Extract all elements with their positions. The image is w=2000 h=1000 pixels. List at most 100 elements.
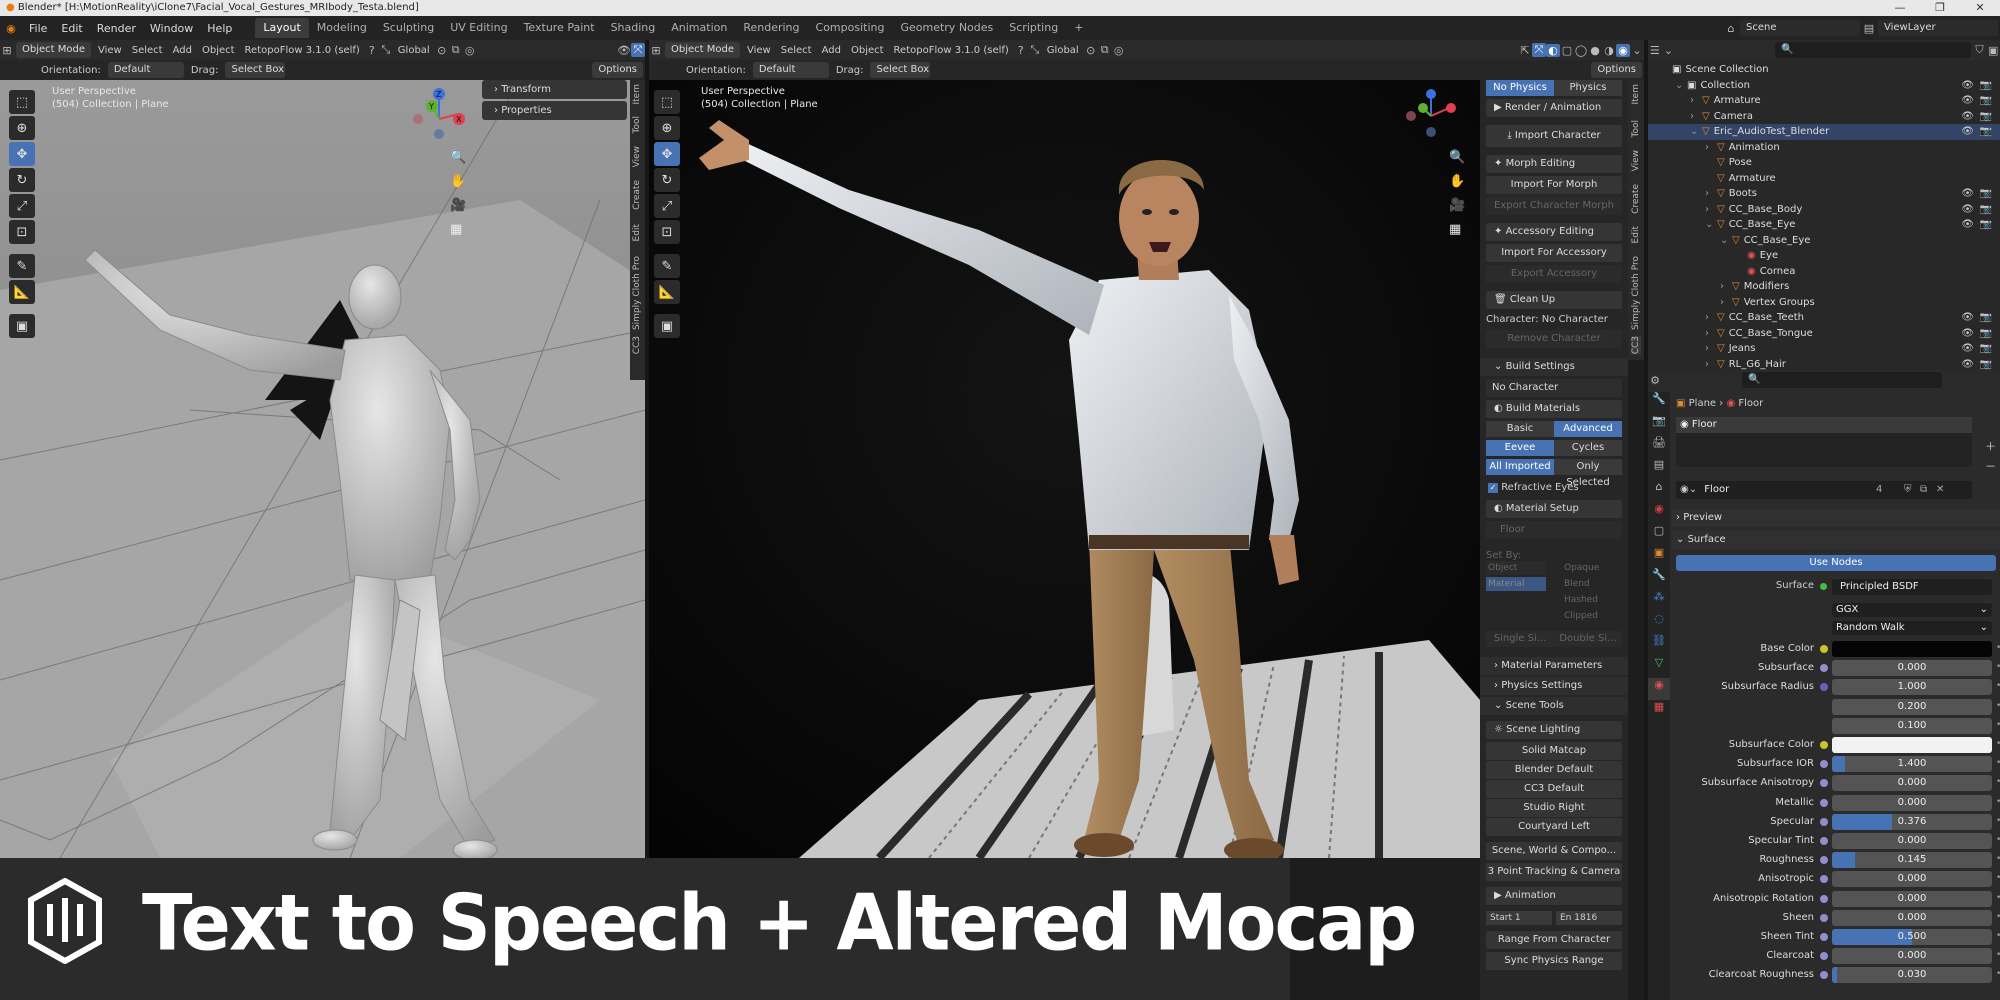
node-socket-icon[interactable]: [1820, 971, 1828, 980]
tab-simply-cloth-pro[interactable]: Simply Cloth Pro: [632, 256, 642, 330]
select-box-tool[interactable]: ⬚: [654, 90, 680, 114]
node-socket-icon[interactable]: [1820, 760, 1828, 769]
xray-icon[interactable]: ▢: [1560, 44, 1574, 57]
transform-orientation-icon[interactable]: ⤡: [1028, 43, 1042, 57]
outliner-item[interactable]: ◉ Eye: [1648, 248, 2000, 264]
editor-type-icon[interactable]: ⚙: [1648, 374, 1662, 387]
proportional-edit-icon[interactable]: ◎: [463, 44, 477, 57]
drag-dropdown[interactable]: Select Box: [225, 62, 286, 78]
visibility-eye-icon[interactable]: 👁: [1961, 109, 1974, 125]
color-swatch[interactable]: [1832, 641, 1992, 657]
disclosure-triangle-icon[interactable]: ›: [1705, 341, 1717, 357]
scale-tool[interactable]: ⤢: [9, 194, 35, 218]
lighting-cc3-default[interactable]: CC3 Default: [1486, 780, 1622, 798]
material-selector[interactable]: ◉⌄ Floor 4 ⛨ ⧉ ✕: [1676, 481, 1972, 499]
navigation-gizmo[interactable]: Z Y X: [404, 84, 474, 154]
select-box-tool[interactable]: ⬚: [9, 90, 35, 114]
render-camera-icon[interactable]: 📷: [1980, 310, 1992, 326]
workspace-tab-rendering[interactable]: Rendering: [735, 18, 807, 38]
tab-edit[interactable]: Edit: [632, 224, 642, 241]
object-menu[interactable]: Object: [846, 45, 889, 56]
disclosure-triangle-icon[interactable]: ›: [1720, 279, 1732, 295]
shading-options-icon[interactable]: ⌄: [1630, 44, 1644, 57]
import-character-button[interactable]: ⤓ Import Character: [1486, 125, 1622, 147]
help-icon[interactable]: ?: [365, 44, 379, 57]
end-frame-field[interactable]: En 1816: [1556, 911, 1622, 925]
material-option[interactable]: Material: [1486, 577, 1546, 591]
pan-icon[interactable]: ✋: [450, 174, 466, 189]
viewlayer-selector[interactable]: ViewLayer: [1878, 20, 1998, 36]
keyframe-dot-icon[interactable]: •: [1996, 873, 2000, 883]
shading-rendered-icon[interactable]: ◉: [1616, 43, 1630, 57]
blend-option[interactable]: Blend: [1562, 577, 1622, 591]
double-sided-button[interactable]: Double Si...: [1554, 631, 1622, 647]
object-mode-dropdown[interactable]: Object Mode: [16, 42, 91, 58]
view-layer-tab-icon[interactable]: ▤: [1648, 458, 1670, 480]
disclosure-triangle-icon[interactable]: ⌄: [1720, 233, 1732, 249]
material-slot-list[interactable]: ◉ Floor: [1676, 417, 1972, 467]
remove-character-button[interactable]: Remove Character: [1486, 330, 1622, 348]
select-menu[interactable]: Select: [776, 45, 817, 56]
selectability-icon[interactable]: ⇱: [1518, 44, 1532, 57]
value-slider[interactable]: 0.376: [1832, 813, 1992, 830]
material-setup-button[interactable]: ◐ Material Setup: [1486, 500, 1622, 518]
new-collection-icon[interactable]: ▣: [1986, 44, 2000, 57]
tab-edit[interactable]: Edit: [1631, 226, 1641, 243]
render-camera-icon[interactable]: 📷: [1980, 341, 1992, 357]
keyframe-dot-icon[interactable]: •: [1996, 758, 2000, 768]
visibility-eye-icon[interactable]: 👁: [1961, 357, 1974, 371]
disclosure-triangle-icon[interactable]: ›: [1705, 326, 1717, 342]
visibility-eye-icon[interactable]: 👁: [1961, 124, 1974, 140]
tab-create[interactable]: Create: [632, 180, 642, 210]
outliner-item[interactable]: ▽ Armature: [1648, 171, 2000, 187]
transform-orientation-icon[interactable]: ⤡: [379, 43, 393, 57]
transform-panel-header[interactable]: › Transform: [482, 80, 627, 99]
options-dropdown[interactable]: Options: [1591, 62, 1642, 78]
collection-tab-icon[interactable]: ▢: [1648, 524, 1670, 546]
proportional-edit-icon[interactable]: ◎: [1112, 44, 1126, 57]
workspace-tab-compositing[interactable]: Compositing: [808, 18, 893, 38]
scene-tab-icon[interactable]: ⌂: [1648, 480, 1670, 502]
disclosure-triangle-icon[interactable]: ›: [1690, 109, 1702, 125]
lighting-solid-matcap[interactable]: Solid Matcap: [1486, 742, 1622, 760]
hashed-option[interactable]: Hashed: [1562, 593, 1622, 607]
minimize-button[interactable]: —: [1880, 0, 1920, 16]
pivot-icon[interactable]: ⊙: [435, 44, 449, 57]
tab-item[interactable]: Item: [632, 84, 642, 105]
add-workspace-button[interactable]: +: [1066, 18, 1091, 38]
cycles-button[interactable]: Cycles: [1554, 440, 1622, 456]
view-menu[interactable]: View: [93, 45, 127, 56]
no-physics-button[interactable]: No Physics: [1486, 80, 1554, 96]
floor-material-field[interactable]: Floor: [1486, 521, 1622, 539]
value-slider[interactable]: 0.030: [1832, 967, 1992, 984]
keyframe-dot-icon[interactable]: •: [1996, 662, 2000, 672]
tab-view[interactable]: View: [1631, 150, 1641, 171]
outliner-item[interactable]: ⌄ ▽ Eric_AudioTest_Blender 👁 📷: [1648, 124, 2000, 140]
rotate-tool[interactable]: ↻: [654, 168, 680, 192]
tab-tool[interactable]: Tool: [1631, 120, 1641, 137]
outliner-item[interactable]: › ▽ Animation: [1648, 140, 2000, 156]
value-slider[interactable]: 0.000: [1832, 794, 1992, 811]
workspace-tab-geometry-nodes[interactable]: Geometry Nodes: [892, 18, 1001, 38]
distribution-dropdown[interactable]: GGX ⌄: [1832, 603, 1992, 617]
keyframe-dot-icon[interactable]: •: [1996, 720, 2000, 730]
value-slider[interactable]: 1.000: [1832, 679, 1992, 696]
object-mode-dropdown[interactable]: Object Mode: [665, 42, 740, 58]
material-users-count[interactable]: 4: [1876, 481, 1882, 499]
workspace-tab-animation[interactable]: Animation: [663, 18, 735, 38]
disclosure-triangle-icon[interactable]: ›: [1705, 140, 1717, 156]
node-socket-icon[interactable]: [1820, 952, 1828, 961]
menu-file[interactable]: File: [22, 22, 54, 35]
scene-selector[interactable]: Scene: [1740, 20, 1860, 36]
visibility-eye-icon[interactable]: 👁: [1961, 93, 1974, 109]
select-menu[interactable]: Select: [127, 45, 168, 56]
value-slider[interactable]: 0.000: [1832, 833, 1992, 849]
all-imported-button[interactable]: All Imported: [1486, 459, 1554, 475]
node-socket-icon[interactable]: [1820, 664, 1828, 673]
use-nodes-button[interactable]: Use Nodes: [1676, 555, 1996, 571]
value-slider[interactable]: 0.000: [1832, 871, 1992, 888]
measure-tool[interactable]: 📐: [654, 280, 680, 304]
pivot-icon[interactable]: ⊙: [1084, 44, 1098, 57]
annotate-tool[interactable]: ✎: [654, 254, 680, 278]
properties-panel-header[interactable]: › Properties: [482, 101, 627, 120]
